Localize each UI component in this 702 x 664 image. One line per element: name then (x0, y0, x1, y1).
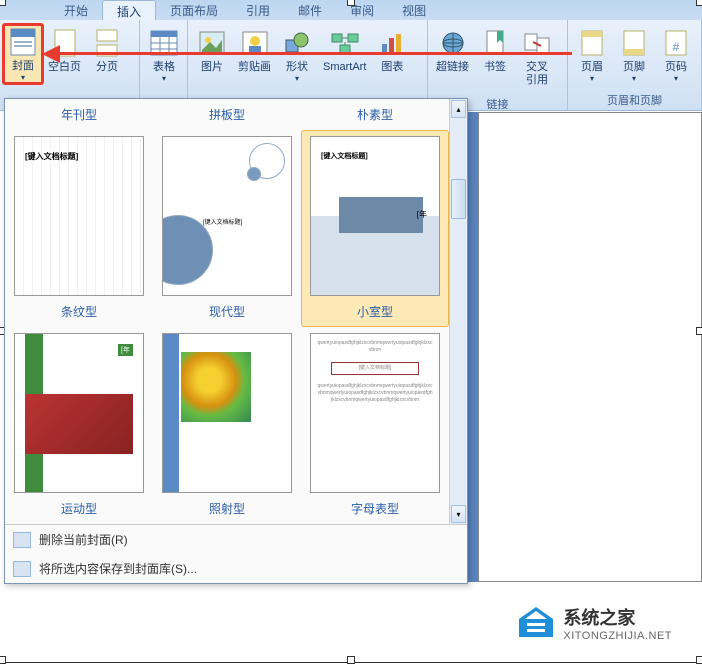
gallery-item-motion[interactable]: [年 运动型 (5, 327, 153, 524)
shapes-button[interactable]: 形状▾ (276, 24, 318, 86)
gallery-scrollbar[interactable]: ▴ ▾ (449, 99, 467, 524)
thumbnail: qwertyuiopasdfghjklzxcvbnmqwertyuiopasdf… (310, 333, 440, 493)
header-icon (576, 27, 608, 59)
resize-handle[interactable] (696, 656, 702, 664)
ribbon: 开始 插入 页面布局 引用 邮件 审阅 视图 封面 ▾ 空白页 分页 (0, 0, 702, 111)
smartart-button[interactable]: SmartArt (318, 24, 371, 77)
tab-mail[interactable]: 邮件 (284, 0, 336, 20)
remove-cover-option[interactable]: 删除当前封面(R) (5, 525, 467, 554)
cover-page-button[interactable]: 封面 ▾ (2, 23, 44, 85)
picture-button[interactable]: 图片 (191, 24, 233, 77)
resize-handle[interactable] (0, 0, 6, 6)
footer-button[interactable]: 页脚▾ (613, 24, 655, 86)
page-break-button[interactable]: 分页 (86, 24, 128, 77)
gallery-item-plain[interactable]: 朴素型 (301, 99, 449, 130)
gallery-item-alphabet[interactable]: qwertyuiopasdfghjklzxcvbnmqwertyuiopasdf… (301, 327, 449, 524)
gallery-item-exposure[interactable]: 照射型 (153, 327, 301, 524)
tab-view[interactable]: 视图 (388, 0, 440, 20)
cover-page-icon (7, 26, 39, 58)
resize-handle[interactable] (347, 656, 355, 664)
watermark: 系统之家 XITONGZHIJIA.NET (515, 604, 672, 642)
remove-icon (13, 532, 31, 548)
ribbon-groups: 封面 ▾ 空白页 分页 表格 ▾ (0, 20, 702, 110)
scroll-down-icon[interactable]: ▾ (451, 505, 466, 523)
gallery-item-modern[interactable]: [键入文档标题] 现代型 (153, 130, 301, 327)
thumbnail: [年 (14, 333, 144, 493)
thumbnail: [键入文档标题] [年 (310, 136, 440, 296)
gallery-footer: 删除当前封面(R) 将所选内容保存到封面库(S)... (5, 524, 467, 583)
pagenum-icon: # (660, 27, 692, 59)
pagenum-button[interactable]: #页码▾ (655, 24, 697, 86)
gallery-item-puzzle[interactable]: 拼板型 (153, 99, 301, 130)
dropdown-icon: ▾ (21, 73, 25, 82)
scroll-up-icon[interactable]: ▴ (451, 100, 466, 118)
annotation-arrow-head (42, 45, 60, 63)
clipart-button[interactable]: 剪贴画 (233, 24, 276, 77)
tab-reference[interactable]: 引用 (232, 0, 284, 20)
crossref-button[interactable]: 交叉 引用 (516, 24, 558, 90)
scroll-thumb[interactable] (451, 179, 466, 219)
watermark-subtitle: XITONGZHIJIA.NET (563, 630, 672, 642)
dropdown-icon: ▾ (590, 74, 594, 83)
hyperlink-button[interactable]: 超链接 (431, 24, 474, 77)
resize-handle[interactable] (347, 0, 355, 6)
thumbnail (162, 333, 292, 493)
gallery-item-cubicles[interactable]: [键入文档标题] [年 小室型 (301, 130, 449, 327)
dropdown-icon: ▾ (162, 74, 166, 83)
watermark-logo-icon (515, 605, 557, 641)
thumbnail: [键入文档标题] (14, 136, 144, 296)
footer-icon (618, 27, 650, 59)
tab-layout[interactable]: 页面布局 (156, 0, 232, 20)
save-icon (13, 561, 31, 577)
header-button[interactable]: 页眉▾ (571, 24, 613, 86)
table-button[interactable]: 表格 ▾ (143, 24, 185, 86)
resize-handle[interactable] (0, 656, 6, 664)
tab-start[interactable]: 开始 (50, 0, 102, 20)
svg-text:#: # (673, 40, 680, 54)
chart-button[interactable]: 图表 (371, 24, 413, 77)
resize-handle[interactable] (696, 327, 702, 335)
thumbnail: [键入文档标题] (162, 136, 292, 296)
dropdown-icon: ▾ (632, 74, 636, 83)
gallery-item-stripes[interactable]: [键入文档标题] 条纹型 (5, 130, 153, 327)
resize-handle[interactable] (696, 0, 702, 6)
annotation-arrow (52, 52, 572, 55)
tab-insert[interactable]: 插入 (102, 0, 156, 20)
document-area (468, 112, 702, 582)
group-label-headerfooter: 页眉和页脚 (568, 90, 701, 111)
watermark-title: 系统之家 (563, 604, 672, 630)
gallery-item-annual[interactable]: 年刊型 (5, 99, 153, 130)
dropdown-icon: ▾ (674, 74, 678, 83)
bookmark-button[interactable]: 书签 (474, 24, 516, 77)
tab-review[interactable]: 审阅 (336, 0, 388, 20)
dropdown-icon: ▾ (295, 74, 299, 83)
save-to-gallery-option[interactable]: 将所选内容保存到封面库(S)... (5, 554, 467, 583)
cover-page-gallery: 年刊型 拼板型 朴素型 [键入文档标题] 条纹型 [键入文档标题] 现代型 (4, 98, 468, 584)
